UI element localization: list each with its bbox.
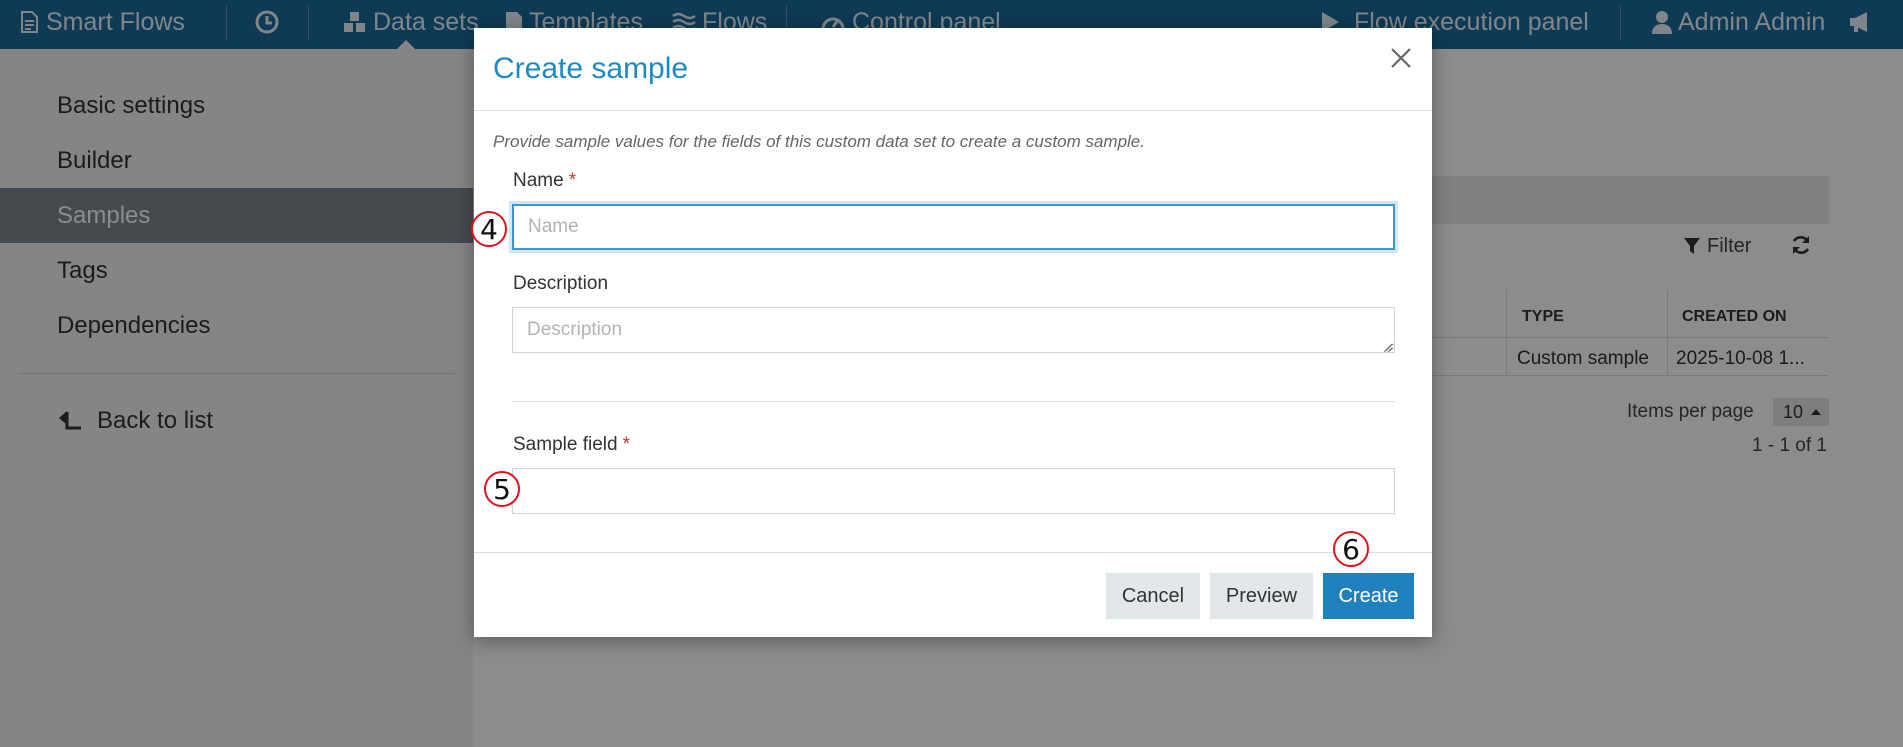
step-marker-5: 5 xyxy=(484,471,520,507)
close-button[interactable] xyxy=(1386,43,1416,73)
step-marker-6: 6 xyxy=(1333,531,1369,567)
dialog-description: Provide sample values for the fields of … xyxy=(493,132,1145,151)
description-input[interactable] xyxy=(512,307,1395,353)
required-asterisk: * xyxy=(568,170,577,191)
name-label-text: Name xyxy=(513,170,564,191)
fields-divider xyxy=(512,401,1395,402)
required-asterisk: * xyxy=(622,434,630,455)
description-label: Description xyxy=(513,273,609,294)
sample-field-input[interactable] xyxy=(512,468,1395,514)
resize-grip-icon[interactable] xyxy=(1381,341,1393,353)
step-marker-4: 4 xyxy=(471,211,507,247)
footer-divider xyxy=(474,552,1432,553)
name-label: Name * xyxy=(513,170,576,192)
header-divider xyxy=(474,110,1432,111)
sample-field-label-text: Sample field xyxy=(513,434,618,455)
preview-button[interactable]: Preview xyxy=(1210,573,1313,619)
create-sample-dialog: Create sample Provide sample values for … xyxy=(474,28,1432,637)
name-input[interactable] xyxy=(512,204,1395,250)
dialog-title: Create sample xyxy=(493,52,689,85)
create-button[interactable]: Create xyxy=(1323,573,1414,619)
close-icon xyxy=(1391,48,1411,68)
sample-field-label: Sample field * xyxy=(513,434,630,456)
cancel-button[interactable]: Cancel xyxy=(1106,573,1200,619)
